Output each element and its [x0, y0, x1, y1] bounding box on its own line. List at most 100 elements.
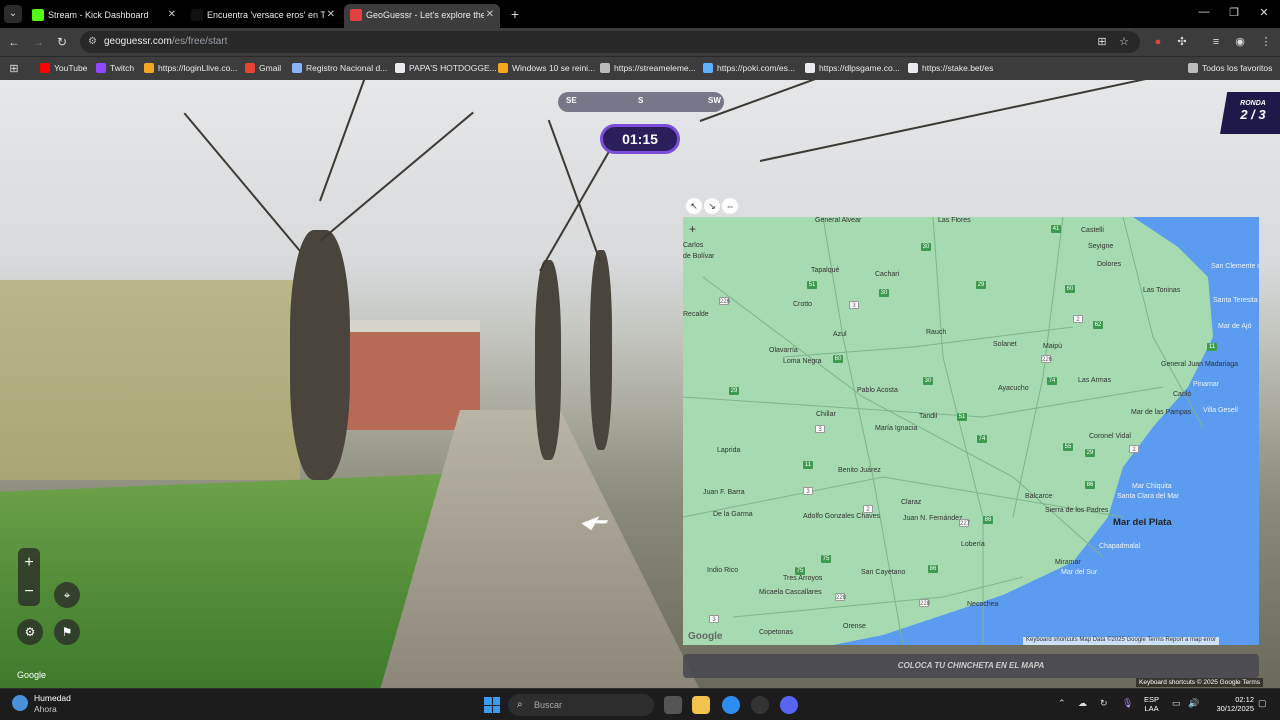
close-tab-icon[interactable]: ✕ — [168, 4, 176, 26]
start-button[interactable] — [484, 697, 500, 713]
route-shield: 30 — [921, 243, 931, 251]
new-tab-button[interactable]: + — [506, 4, 524, 24]
extension-adblock-icon[interactable]: ● — [1150, 35, 1166, 49]
compass-sw: SW — [708, 96, 721, 105]
route-shield: 60 — [1065, 285, 1075, 293]
site-info-icon[interactable]: ⚙ — [88, 31, 97, 53]
task-view-icon[interactable] — [664, 696, 682, 714]
tab-tiktok-search[interactable]: Encuentra 'versace eros' en Tik ✕ — [185, 4, 341, 26]
close-tab-icon[interactable]: ✕ — [486, 4, 494, 26]
file-explorer-icon[interactable] — [692, 696, 710, 714]
bookmark-poki[interactable]: https://poki.com/es... — [703, 62, 795, 75]
flag-button[interactable]: ⚑ — [54, 619, 80, 645]
profile-avatar[interactable]: ◉ — [1232, 35, 1248, 49]
guess-map[interactable]: + General Alvear Las Flores Castelli Carlos… — [683, 217, 1259, 645]
microphone-icon[interactable]: 🎙 — [1122, 698, 1133, 709]
route-shield: 2 — [863, 505, 873, 513]
back-icon[interactable]: ← — [6, 35, 22, 49]
discord-icon[interactable] — [780, 696, 798, 714]
map-city-label: Miramar — [1055, 559, 1081, 566]
minimize-icon[interactable]: — — [1194, 6, 1214, 18]
browser-menu-icon[interactable]: ⋮ — [1258, 35, 1274, 49]
input-language[interactable]: ESP LAA — [1144, 695, 1159, 713]
close-window-icon[interactable]: ✕ — [1254, 6, 1274, 19]
map-city-label: Santa Clara del Mar — [1117, 493, 1180, 500]
route-shield: 51 — [957, 413, 967, 421]
apps-grid-icon[interactable]: ⊞ — [6, 62, 22, 76]
weather-widget[interactable]: Humedad Ahora — [12, 693, 71, 715]
round-counter: RONDA 2 / 3 — [1220, 92, 1280, 134]
media-control-icon[interactable]: ≡ — [1208, 35, 1224, 49]
pin-map-icon[interactable]: ⇔ — [722, 198, 738, 214]
extensions-puzzle-icon[interactable]: ✣ — [1174, 35, 1190, 49]
map-city-label: Dolores — [1097, 261, 1122, 268]
system-clock[interactable]: 02:12 30/12/2025 — [1208, 695, 1254, 713]
all-bookmarks-folder[interactable]: Todos los favoritos — [1188, 62, 1272, 75]
tab-kick-dashboard[interactable]: Stream - Kick Dashboard ✕ — [26, 4, 182, 26]
route-shield: 3 — [803, 487, 813, 495]
streamelements-icon — [600, 63, 610, 73]
notifications-icon[interactable]: ▢ — [1258, 698, 1267, 709]
map-city-label: Crotto — [793, 301, 813, 308]
bookmark-windows10[interactable]: Windows 10 se reini... — [498, 62, 595, 75]
bookmark-star-icon[interactable]: ☆ — [1116, 35, 1132, 49]
address-bar[interactable]: ⚙ geoguessr.com/es/free/start — [80, 31, 1140, 53]
chrome-icon[interactable] — [722, 696, 740, 714]
shrink-map-icon[interactable]: ↘ — [704, 198, 720, 214]
reload-icon[interactable]: ↻ — [54, 35, 70, 49]
install-app-icon[interactable]: ⊞ — [1094, 35, 1110, 49]
forward-icon[interactable]: → — [30, 35, 46, 49]
map-city-label: Mar Chiquita — [1132, 483, 1172, 490]
scene-branch — [319, 80, 376, 202]
show-hidden-icons[interactable]: ⌃ — [1058, 698, 1066, 709]
map-city-label: Copetonas — [759, 629, 793, 636]
return-to-start-button[interactable]: ⌖ — [54, 582, 80, 608]
map-city-label: Balcarce — [1025, 493, 1053, 500]
streetview-panorama[interactable]: SE S SW 01:15 RONDA 2 / 3 ◀━ + − ⌖ ⚙ ⚑ G… — [0, 80, 1280, 688]
zoom-out-button[interactable]: − — [18, 577, 40, 606]
scene-branch — [319, 111, 474, 242]
volume-icon[interactable]: 🔊 — [1188, 698, 1199, 709]
tab-geoguessr[interactable]: GeoGuessr - Let's explore the w ✕ — [344, 4, 500, 28]
route-shield: 41 — [1051, 225, 1061, 233]
bookmark-papas-hotdoggeria[interactable]: PAPA'S HOTDOGGE... — [395, 62, 497, 75]
bookmark-youtube[interactable]: YouTube — [40, 62, 87, 75]
obs-icon[interactable] — [751, 696, 769, 714]
windows-taskbar: Humedad Ahora ⌕ Buscar ⌃ ☁ ↻ 🎙 ESP LAA ▭ … — [0, 688, 1280, 720]
folder-icon — [1188, 63, 1198, 73]
twitch-icon — [96, 63, 106, 73]
bookmark-registro-nacional[interactable]: Registro Nacional d... — [292, 62, 387, 75]
bookmark-login-live[interactable]: https://loginLlive.co... — [144, 62, 237, 75]
map-attribution[interactable]: Keyboard shortcuts Map Data ©2025 Google… — [1023, 637, 1220, 645]
place-pin-button[interactable]: COLOCA TU CHINCHETA EN EL MAPA — [683, 654, 1259, 678]
sync-icon[interactable]: ↻ — [1100, 698, 1108, 709]
onedrive-icon[interactable]: ☁ — [1078, 698, 1087, 709]
map-city-label: Tapalqué — [811, 267, 840, 274]
location-pin-icon: ⌖ — [63, 588, 71, 602]
move-arrow-icon[interactable]: ◀━ — [576, 512, 628, 532]
map-city-label: Mar de las Pampas — [1131, 409, 1192, 416]
bookmarks-bar: ⊞ YouTube Twitch https://loginLlive.co..… — [0, 56, 1280, 80]
map-city-label: María Ignacia — [875, 425, 918, 432]
tab-search-button[interactable]: ⌄ — [4, 5, 22, 23]
close-tab-icon[interactable]: ✕ — [327, 4, 335, 26]
map-city-label: Las Toninas — [1143, 287, 1181, 294]
expand-map-icon[interactable]: ↖ — [686, 198, 702, 214]
map-city-label: Cachari — [875, 271, 900, 278]
route-shield: 2 — [1129, 445, 1139, 453]
map-zoom-in-icon[interactable]: + — [689, 223, 701, 235]
bookmark-gmail[interactable]: Gmail — [245, 62, 281, 75]
settings-button[interactable]: ⚙ — [17, 619, 43, 645]
network-icon[interactable]: ▭ — [1172, 698, 1181, 709]
tiktok-favicon-icon — [191, 9, 203, 21]
route-shield: 227 — [959, 519, 971, 527]
bookmark-streamelements[interactable]: https://streameleme... — [600, 62, 696, 75]
zoom-in-button[interactable]: + — [18, 548, 40, 577]
streetview-attribution[interactable]: Keyboard shortcuts © 2025 Google Terms — [1136, 678, 1264, 687]
bookmark-twitch[interactable]: Twitch — [96, 62, 134, 75]
clock-date: 30/12/2025 — [1216, 704, 1254, 713]
bookmark-stake[interactable]: https://stake.bet/es — [908, 62, 993, 75]
taskbar-search[interactable]: ⌕ Buscar — [508, 694, 654, 716]
restore-icon[interactable]: ❐ — [1224, 6, 1244, 19]
bookmark-dlpsgame[interactable]: https://dlpsgame.co... — [805, 62, 900, 75]
